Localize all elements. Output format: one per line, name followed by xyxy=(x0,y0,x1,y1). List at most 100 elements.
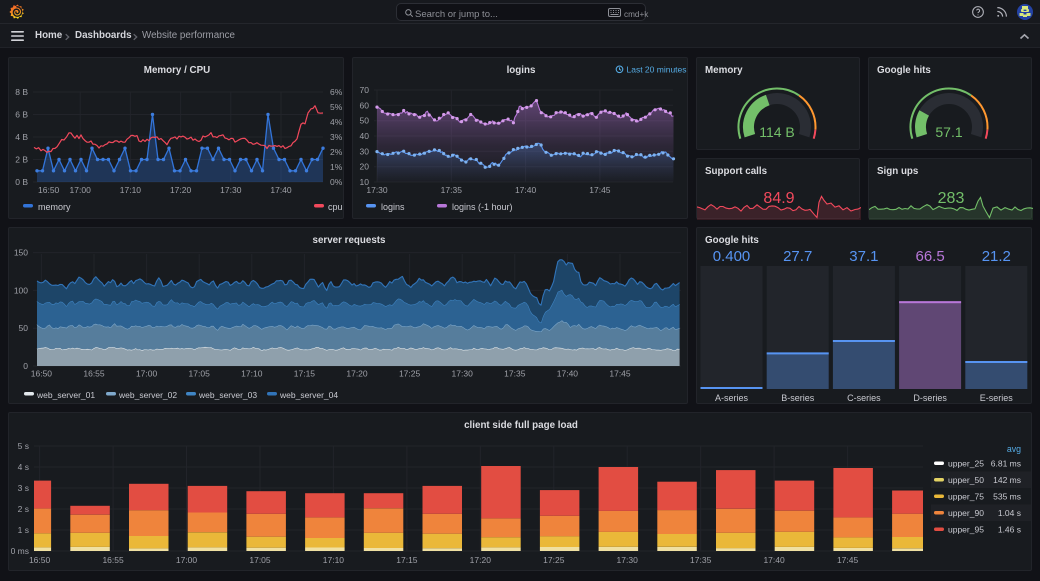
svg-text:2%: 2% xyxy=(330,147,343,157)
svg-text:17:05: 17:05 xyxy=(249,555,271,565)
svg-text:0 ms: 0 ms xyxy=(11,546,29,556)
svg-text:upper_25: upper_25 xyxy=(948,459,984,469)
svg-text:17:00: 17:00 xyxy=(136,369,158,379)
svg-text:17:15: 17:15 xyxy=(294,369,316,379)
svg-text:17:10: 17:10 xyxy=(323,555,345,565)
svg-text:5%: 5% xyxy=(330,102,343,112)
svg-text:66.5: 66.5 xyxy=(915,248,944,265)
svg-text:upper_75: upper_75 xyxy=(948,492,984,502)
svg-text:Google hits: Google hits xyxy=(705,235,759,246)
svg-text:16:50: 16:50 xyxy=(31,369,53,379)
svg-text:web_server_03: web_server_03 xyxy=(198,390,257,400)
svg-text:17:30: 17:30 xyxy=(617,555,639,565)
svg-text:1%: 1% xyxy=(330,162,343,172)
svg-text:17:30: 17:30 xyxy=(220,185,242,195)
svg-text:3 s: 3 s xyxy=(18,483,29,493)
svg-text:6 B: 6 B xyxy=(15,110,28,120)
svg-text:0 B: 0 B xyxy=(15,177,28,187)
svg-text:60: 60 xyxy=(360,100,370,110)
svg-text:4 B: 4 B xyxy=(15,132,28,142)
svg-text:Support calls: Support calls xyxy=(705,166,768,177)
svg-text:17:40: 17:40 xyxy=(557,369,579,379)
svg-text:A-series: A-series xyxy=(715,393,749,403)
svg-text:web_server_01: web_server_01 xyxy=(36,390,95,400)
svg-text:Sign ups: Sign ups xyxy=(877,166,919,177)
svg-text:client side full page load: client side full page load xyxy=(464,420,578,431)
svg-text:1.46 s: 1.46 s xyxy=(998,525,1021,535)
svg-text:cpu: cpu xyxy=(328,202,343,212)
svg-text:40: 40 xyxy=(360,131,370,141)
svg-text:17:45: 17:45 xyxy=(589,185,611,195)
svg-text:C-series: C-series xyxy=(847,393,881,403)
svg-text:142 ms: 142 ms xyxy=(993,475,1021,485)
svg-text:16:50: 16:50 xyxy=(38,185,60,195)
svg-text:6%: 6% xyxy=(330,87,343,97)
svg-text:17:10: 17:10 xyxy=(120,185,142,195)
svg-text:web_server_04: web_server_04 xyxy=(279,390,338,400)
svg-text:4%: 4% xyxy=(330,117,343,127)
svg-text:upper_50: upper_50 xyxy=(948,475,984,485)
svg-text:2 B: 2 B xyxy=(15,155,28,165)
svg-text:100: 100 xyxy=(14,285,28,295)
svg-text:17:35: 17:35 xyxy=(690,555,712,565)
svg-text:logins (-1 hour): logins (-1 hour) xyxy=(452,202,513,212)
svg-text:17:20: 17:20 xyxy=(170,185,192,195)
svg-text:memory: memory xyxy=(38,202,71,212)
svg-text:17:00: 17:00 xyxy=(176,555,198,565)
svg-text:17:35: 17:35 xyxy=(441,185,463,195)
svg-text:17:45: 17:45 xyxy=(609,369,631,379)
svg-text:17:00: 17:00 xyxy=(70,185,92,195)
svg-text:Memory: Memory xyxy=(705,65,743,76)
svg-text:upper_90: upper_90 xyxy=(948,508,984,518)
svg-text:3%: 3% xyxy=(330,132,343,142)
svg-text:16:50: 16:50 xyxy=(29,555,51,565)
svg-text:17:10: 17:10 xyxy=(241,369,263,379)
svg-text:E-series: E-series xyxy=(980,393,1014,403)
svg-text:Memory / CPU: Memory / CPU xyxy=(144,65,210,76)
svg-text:17:25: 17:25 xyxy=(543,555,565,565)
svg-text:17:30: 17:30 xyxy=(366,185,388,195)
svg-text:logins: logins xyxy=(507,65,536,76)
svg-text:17:40: 17:40 xyxy=(270,185,292,195)
svg-text:1.04 s: 1.04 s xyxy=(998,508,1021,518)
svg-text:logins: logins xyxy=(381,202,405,212)
svg-text:0.400: 0.400 xyxy=(713,248,751,265)
svg-text:114 B: 114 B xyxy=(759,124,795,140)
svg-text:20: 20 xyxy=(360,162,370,172)
svg-text:16:55: 16:55 xyxy=(83,369,105,379)
svg-text:150: 150 xyxy=(14,248,28,258)
svg-text:50: 50 xyxy=(19,323,29,333)
svg-text:27.7: 27.7 xyxy=(783,248,812,265)
svg-text:1 s: 1 s xyxy=(18,525,29,535)
svg-text:5 s: 5 s xyxy=(18,441,29,451)
svg-text:37.1: 37.1 xyxy=(849,248,878,265)
svg-text:server requests: server requests xyxy=(313,235,387,246)
svg-text:17:35: 17:35 xyxy=(504,369,526,379)
svg-text:17:25: 17:25 xyxy=(399,369,421,379)
svg-text:Google hits: Google hits xyxy=(877,65,931,76)
svg-text:84.9: 84.9 xyxy=(763,190,794,207)
svg-text:57.1: 57.1 xyxy=(935,124,962,140)
svg-text:4 s: 4 s xyxy=(18,462,29,472)
svg-text:17:15: 17:15 xyxy=(396,555,418,565)
svg-text:17:20: 17:20 xyxy=(470,555,492,565)
svg-text:17:40: 17:40 xyxy=(515,185,537,195)
svg-text:70: 70 xyxy=(360,85,370,95)
svg-text:17:20: 17:20 xyxy=(346,369,368,379)
svg-text:17:30: 17:30 xyxy=(452,369,474,379)
svg-text:16:55: 16:55 xyxy=(102,555,124,565)
svg-text:6.81 ms: 6.81 ms xyxy=(991,459,1021,469)
svg-text:D-series: D-series xyxy=(913,393,947,403)
svg-text:535 ms: 535 ms xyxy=(993,492,1021,502)
svg-text:30: 30 xyxy=(360,146,370,156)
svg-text:avg: avg xyxy=(1007,444,1021,454)
svg-text:B-series: B-series xyxy=(781,393,815,403)
svg-text:17:40: 17:40 xyxy=(763,555,785,565)
svg-text:8 B: 8 B xyxy=(15,87,28,97)
svg-text:0%: 0% xyxy=(330,177,343,187)
svg-text:283: 283 xyxy=(938,190,965,207)
svg-text:17:05: 17:05 xyxy=(189,369,211,379)
svg-text:web_server_02: web_server_02 xyxy=(118,390,177,400)
svg-text:0: 0 xyxy=(23,361,28,371)
svg-text:21.2: 21.2 xyxy=(982,248,1011,265)
